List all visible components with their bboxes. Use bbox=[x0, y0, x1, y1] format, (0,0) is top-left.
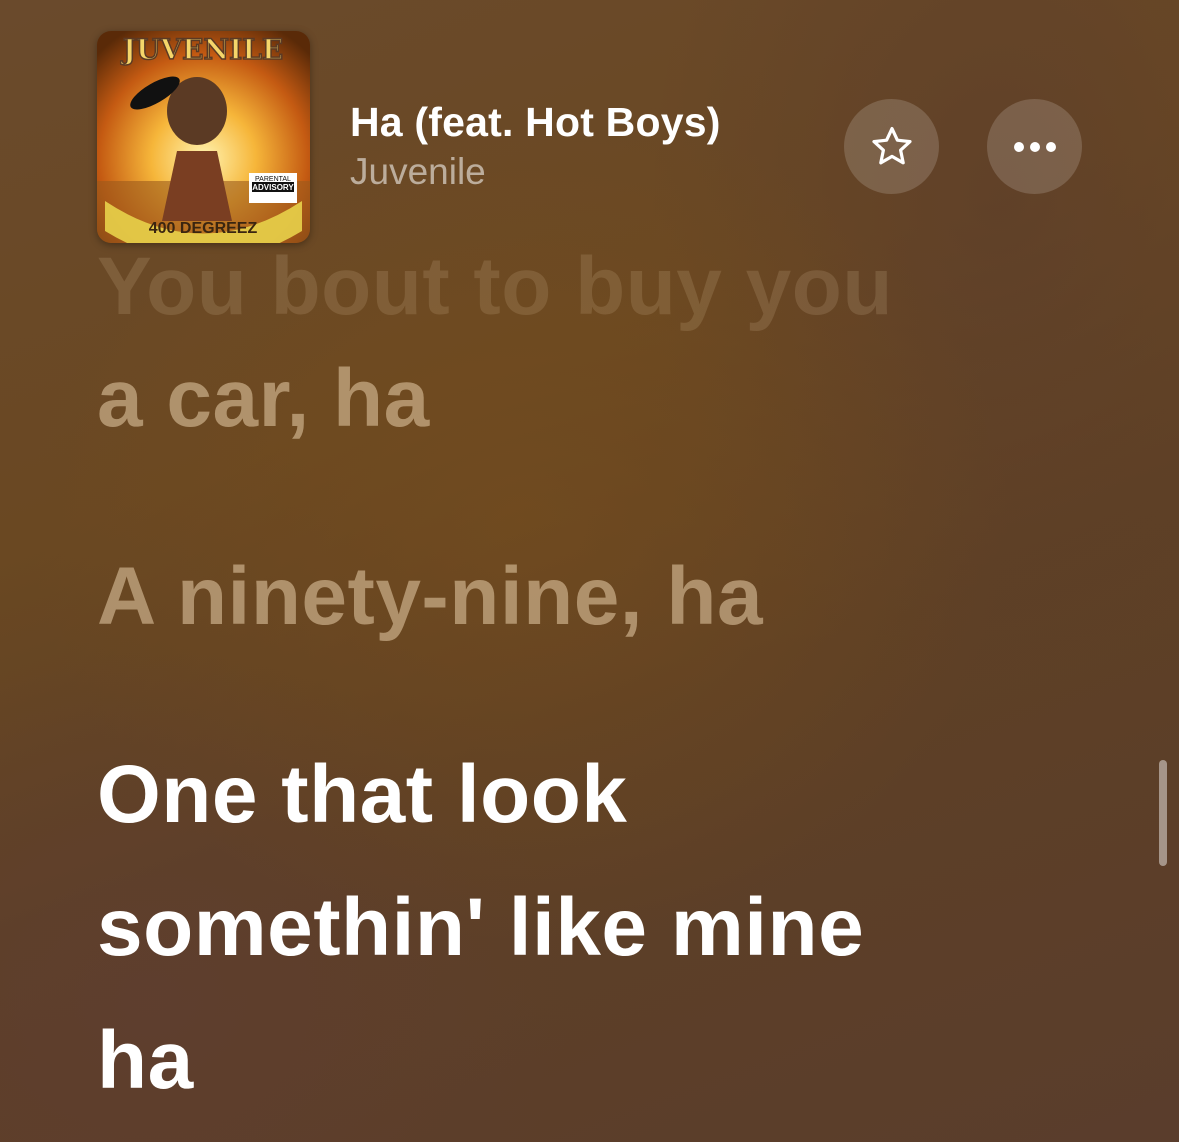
album-artwork[interactable]: PARENTAL ADVISORY JUVENILE 400 DEGREEZ bbox=[97, 31, 310, 243]
current-lyric-line[interactable]: ha bbox=[97, 995, 194, 1127]
more-options-button[interactable] bbox=[987, 99, 1082, 194]
star-icon bbox=[871, 126, 912, 164]
artist-name[interactable]: Juvenile bbox=[350, 148, 830, 196]
song-title: Ha (feat. Hot Boys) bbox=[350, 99, 721, 145]
current-lyric-line[interactable]: One that look bbox=[97, 729, 627, 861]
current-lyric-line[interactable]: somethin' like mine bbox=[97, 862, 864, 994]
now-playing-header: PARENTAL ADVISORY JUVENILE 400 DEGREEZ H… bbox=[0, 0, 1179, 250]
svg-text:ADVISORY: ADVISORY bbox=[252, 183, 294, 192]
ellipsis-icon bbox=[1013, 141, 1056, 152]
album-logo: JUVENILE bbox=[120, 33, 283, 66]
album-artwork-image: PARENTAL ADVISORY JUVENILE 400 DEGREEZ bbox=[97, 31, 310, 243]
track-info[interactable]: Ha (feat. Hot Boys) Juvenile bbox=[350, 98, 830, 198]
lyric-line[interactable]: A ninety-nine, ha bbox=[97, 542, 763, 652]
advisory-label: PARENTAL bbox=[255, 176, 291, 183]
lyric-line[interactable]: You bout to buy you bbox=[97, 232, 893, 342]
favorite-button[interactable] bbox=[844, 99, 939, 194]
lyric-line[interactable]: a car, ha bbox=[97, 344, 430, 454]
scrollbar[interactable] bbox=[1159, 760, 1167, 866]
